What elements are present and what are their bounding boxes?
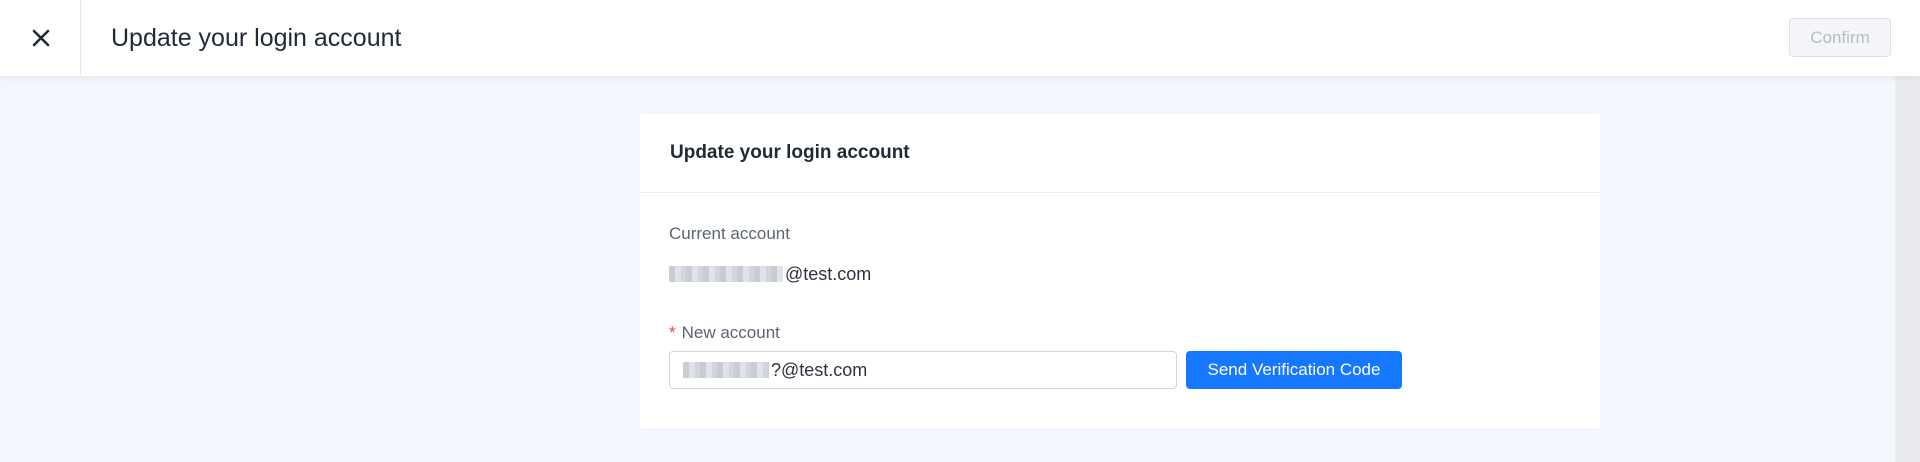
header-divider [80,0,81,76]
redacted-text [669,266,783,282]
card-title: Update your login account [670,142,910,163]
new-account-input[interactable]: ?@test.com [669,351,1177,389]
new-account-label: * New account [669,323,780,343]
close-icon [32,29,49,47]
confirm-button[interactable]: Confirm [1789,18,1891,57]
required-mark: * [669,323,676,342]
close-button[interactable] [0,0,81,76]
current-account-value: @test.com [669,262,871,286]
new-account-input-value: ?@test.com [771,359,868,380]
new-account-label-text: New account [681,323,780,342]
send-verification-code-button[interactable]: Send Verification Code [1186,351,1402,389]
scrollbar-track[interactable] [1895,76,1920,462]
current-account-domain: @test.com [785,263,872,284]
redacted-text [683,362,769,378]
page-title: Update your login account [111,23,402,52]
update-account-card: Update your login account Current accoun… [640,114,1600,428]
top-bar: Update your login account Confirm [0,0,1920,76]
current-account-label: Current account [669,224,790,243]
card-divider [640,192,1600,193]
